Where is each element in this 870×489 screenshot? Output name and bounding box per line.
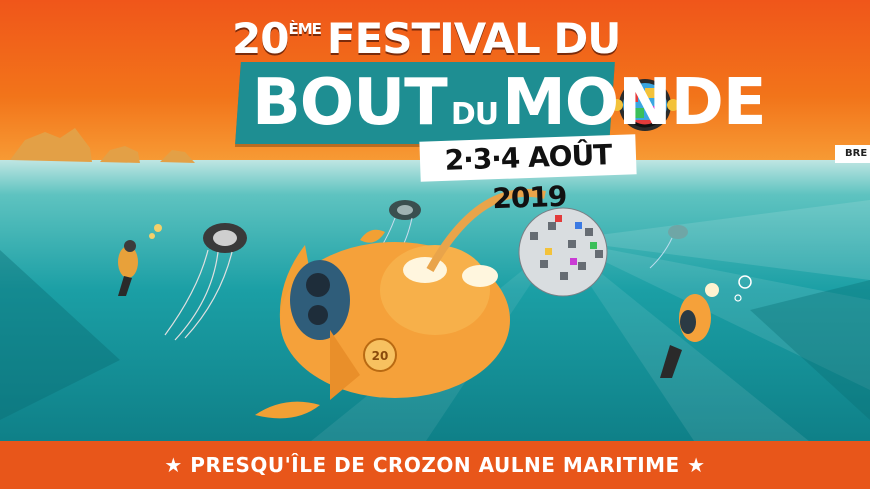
left-diver-icon (118, 224, 162, 296)
right-jellyfish-icon (649, 225, 688, 269)
jellyfish-speaker-icon (164, 223, 247, 341)
footer-banner: ★ PRESQU'ÎLE DE CROZON AULNE MARITIME ★ (0, 441, 870, 489)
festival-dates: 2·3·4 AOÛT 2019 (419, 134, 637, 215)
location-text: ★ PRESQU'ÎLE DE CROZON AULNE MARITIME ★ (164, 453, 706, 477)
title-line-1: 20ÈME FESTIVAL DU (232, 14, 621, 63)
bout-text: BOUT (252, 66, 448, 140)
festival-du-text: FESTIVAL DU (326, 14, 621, 63)
dates-text: 2·3·4 AOÛT 2019 (444, 138, 612, 216)
disco-ball-icon (518, 207, 608, 297)
festival-poster: 20 20ÈME FESTIVAL DU BOUT DUMONDE 2·3·4 … (0, 0, 870, 489)
edition-suffix: ÈME (288, 20, 321, 38)
rock-islands (10, 128, 195, 163)
du-text: DU (450, 97, 499, 132)
monde-text: MONDE (502, 66, 766, 140)
right-diver-icon (660, 275, 752, 378)
corner-tag: BRE (835, 145, 870, 163)
edition-number: 20 (232, 14, 289, 63)
fish-submarine-icon (255, 188, 546, 419)
fish-badge-number: 20 (372, 349, 389, 363)
